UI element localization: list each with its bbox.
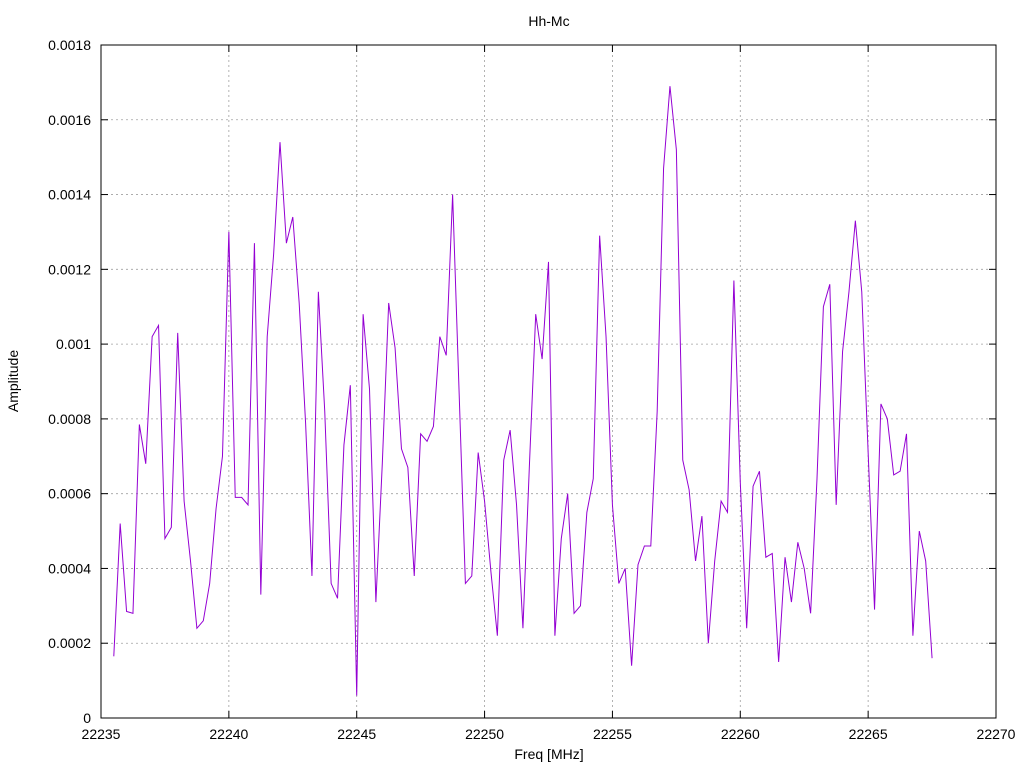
y-tick-label: 0.001 [56,336,91,352]
x-tick-label: 22260 [721,726,760,742]
y-tick-label: 0.0008 [48,411,91,427]
y-tick-label: 0 [83,710,91,726]
chart-title: Hh-Mc [528,13,569,29]
plot-frame [100,44,997,719]
series-line [113,86,933,696]
grid-lines [101,45,996,718]
x-axis-label: Freq [MHz] [514,746,583,762]
y-tick-label: 0.0012 [48,261,91,277]
x-tick-label: 22265 [849,726,888,742]
y-tick-label: 0.0014 [48,187,91,203]
y-tick-labels: 0 0.0002 0.0004 0.0006 0.0008 0.001 0.0012 0.00… [48,37,91,726]
y-tick-label: 0.0006 [48,486,91,502]
y-tick-label: 0.0002 [48,635,91,651]
x-tick-label: 22235 [82,726,121,742]
y-tick-label: 0.0004 [48,560,91,576]
x-tick-label: 22240 [209,726,248,742]
y-tick-label: 0.0018 [48,37,91,53]
x-tick-label: 22245 [337,726,376,742]
x-tick-label: 22270 [977,726,1016,742]
x-tick-label: 22250 [465,726,504,742]
y-axis-label: Amplitude [5,350,21,412]
y-tick-label: 0.0016 [48,112,91,128]
x-tick-labels: 22235 22240 22245 22250 22255 22260 22265 22270 [82,726,1016,742]
series-layer [113,86,933,696]
x-tick-label: 22255 [593,726,632,742]
chart-container: 22235 22240 22245 22250 22255 22260 22265 22270… [0,0,1024,768]
tick-marks [100,44,997,719]
line-chart: 22235 22240 22245 22250 22255 22260 22265 22270… [5,13,1016,762]
